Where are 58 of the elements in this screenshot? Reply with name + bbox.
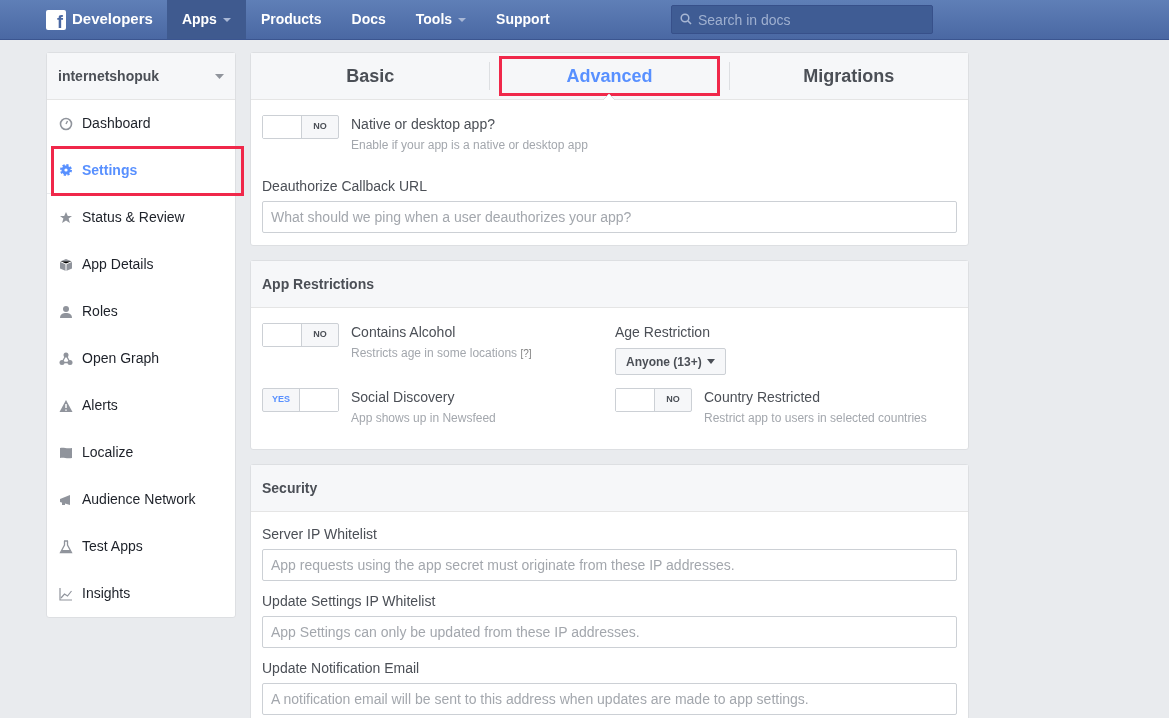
tab[interactable]: Migrations xyxy=(739,56,959,96)
option-title: Native or desktop app? xyxy=(351,115,496,134)
caret-icon xyxy=(706,359,715,364)
option-hint: Enable if your app is a native or desktop app xyxy=(351,137,588,154)
gauge-icon xyxy=(59,116,73,131)
nav-link[interactable]: Apps xyxy=(166,0,246,39)
person-icon xyxy=(59,304,73,319)
section-title: App Restrictions xyxy=(262,274,374,294)
search-icon xyxy=(680,13,692,25)
url-input[interactable]: What should we ping when a user deauthorizes your app? xyxy=(262,201,957,233)
sidebar-item[interactable]: Dashboard xyxy=(47,100,235,147)
option-hint: Restricts age in some locations [?] xyxy=(351,345,532,362)
sidebar-item[interactable]: Insights xyxy=(47,570,235,617)
nav-link[interactable]: Support xyxy=(481,0,565,39)
sidebar-item[interactable]: Alerts xyxy=(47,382,235,429)
option-title: Country Restricted xyxy=(704,388,821,407)
age-dropdown[interactable]: Anyone (13+) xyxy=(615,348,726,375)
toggle-switch[interactable]: NO xyxy=(615,388,692,412)
sidebar-item[interactable]: App Details xyxy=(47,241,235,288)
toggle-switch[interactable]: NO xyxy=(262,323,339,347)
text-input[interactable]: A notification email will be sent to this address when updates are made to app settings. xyxy=(262,683,957,715)
option-title: Contains Alcohol xyxy=(351,323,457,342)
nav-link[interactable]: Tools xyxy=(400,0,482,39)
tab[interactable]: Basic xyxy=(282,56,459,96)
sidebar-item[interactable]: Audience Network xyxy=(47,476,235,523)
flag-icon xyxy=(59,445,73,460)
sidebar-item[interactable]: Open Graph xyxy=(47,335,235,382)
section-title: Security xyxy=(262,478,318,498)
line-chart-icon xyxy=(59,586,73,601)
star-icon xyxy=(59,210,73,225)
logo-icon[interactable]: f xyxy=(46,9,66,30)
sidebar-item[interactable]: Localize xyxy=(47,429,235,476)
field-label: Update Settings IP Whitelist xyxy=(262,592,437,611)
option-hint: App shows up in Newsfeed xyxy=(351,410,496,427)
caret-icon xyxy=(215,73,224,79)
graph-icon xyxy=(59,351,73,366)
sidebar-item[interactable]: Roles xyxy=(47,288,235,335)
gear-icon xyxy=(59,163,73,177)
nav-link[interactable]: Docs xyxy=(336,0,401,39)
field-label: Server IP Whitelist xyxy=(262,525,378,544)
nav-link[interactable]: Products xyxy=(245,0,337,39)
megaphone-icon xyxy=(59,492,73,507)
brand-name[interactable]: Developers xyxy=(72,8,153,31)
cube-icon xyxy=(59,257,73,272)
warning-icon xyxy=(59,398,73,413)
flask-icon xyxy=(59,539,73,554)
sidebar-item[interactable]: Status & Review xyxy=(47,194,235,241)
app-selector[interactable]: internetshopuk xyxy=(47,53,235,100)
text-input[interactable]: App requests using the app secret must originate from these IP addresses. xyxy=(262,549,957,581)
option-hint: Restrict app to users in selected countries xyxy=(704,410,927,427)
toggle-switch[interactable]: NO xyxy=(262,115,339,139)
field-label: Deauthorize Callback URL xyxy=(262,177,428,196)
field-label: Update Notification Email xyxy=(262,659,421,678)
search-field[interactable]: Search in docs xyxy=(671,5,933,34)
sidebar-item[interactable]: Test Apps xyxy=(47,523,235,570)
text-input[interactable]: App Settings can only be updated from these IP addresses. xyxy=(262,616,957,648)
option-title: Social Discovery xyxy=(351,388,456,407)
field-label: Age Restriction xyxy=(615,323,711,342)
